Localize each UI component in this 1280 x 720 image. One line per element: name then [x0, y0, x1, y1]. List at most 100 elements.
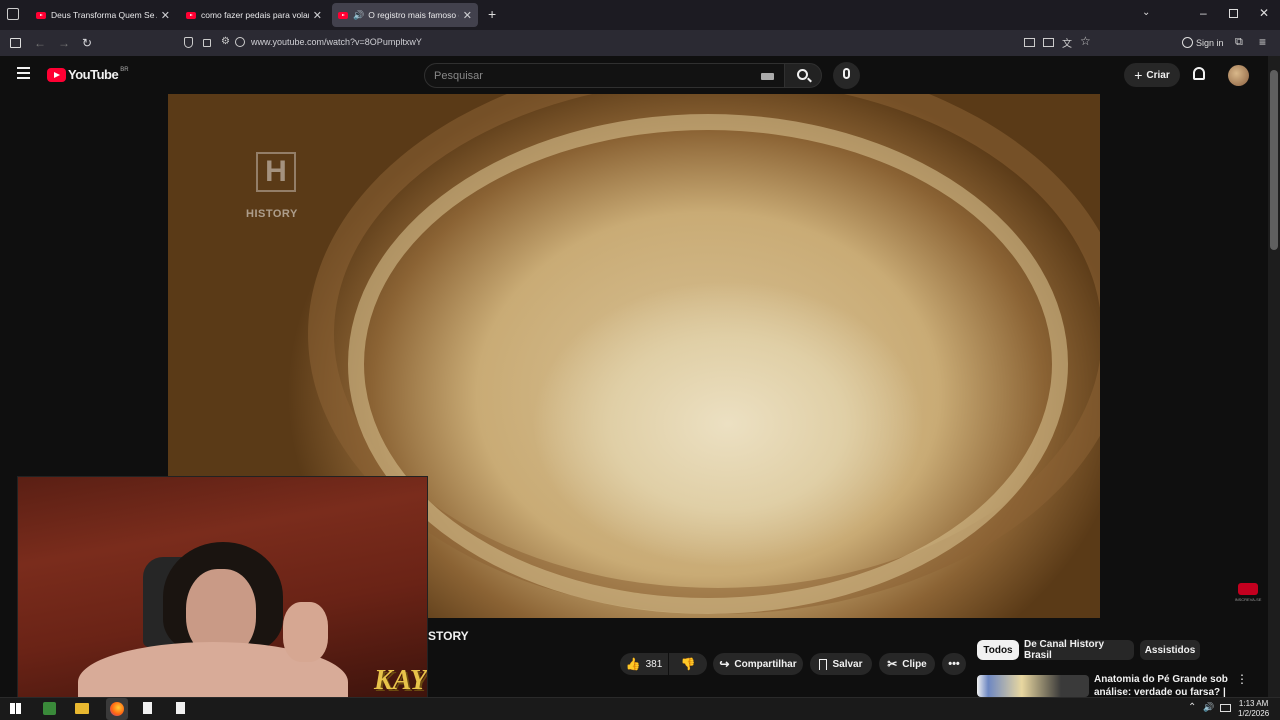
store-icon[interactable]	[43, 702, 56, 715]
lock-icon[interactable]	[203, 39, 211, 47]
tab-title: Deus Transforma Quem Se Arre	[51, 10, 157, 20]
plus-icon: +	[1134, 67, 1143, 83]
recommendation-thumbnail[interactable]	[977, 675, 1089, 697]
tab-overflow-chevron-icon[interactable]: ⌄	[1142, 7, 1150, 18]
scrollbar-thumb[interactable]	[1270, 70, 1278, 250]
more-actions-button[interactable]: •••	[942, 653, 966, 675]
thumbs-down-icon: 👎	[680, 657, 696, 671]
region-code: BR	[120, 66, 129, 73]
network-icon[interactable]	[1220, 704, 1231, 712]
url-text: www.youtube.com/watch?v=8OPumpltxwY	[251, 37, 422, 47]
speaker-icon[interactable]: 🔊	[353, 10, 364, 21]
windows-start-icon[interactable]	[10, 703, 21, 714]
sidebar-toggle-icon[interactable]	[10, 38, 21, 48]
youtube-header: YouTube BR Pesquisar + Criar	[0, 56, 1268, 94]
youtube-favicon-icon	[186, 11, 196, 19]
address-bar[interactable]: ⚙ www.youtube.com/watch?v=8OPumpltxwY 文 …	[178, 33, 1098, 53]
firefox-icon[interactable]	[106, 698, 128, 720]
microphone-icon	[843, 68, 850, 79]
share-button[interactable]: ↪ Compartilhar	[713, 653, 803, 675]
subscribe-play-icon	[1238, 583, 1258, 595]
file-explorer-icon[interactable]	[75, 703, 89, 714]
create-button[interactable]: + Criar	[1124, 63, 1180, 87]
document-icon[interactable]	[143, 702, 152, 714]
search-input[interactable]: Pesquisar	[424, 63, 786, 88]
notifications-bell-icon[interactable]	[1193, 67, 1205, 80]
youtube-play-logo-icon	[47, 67, 66, 82]
guide-menu-icon[interactable]	[17, 67, 30, 79]
channel-name[interactable]: STORY	[428, 629, 469, 643]
permissions-icon[interactable]: ⚙	[221, 36, 230, 47]
maximize-icon[interactable]	[1229, 9, 1238, 18]
clock[interactable]: 1:13 AM 1/2/2026	[1238, 699, 1269, 719]
close-tab-icon[interactable]: ✕	[161, 9, 170, 22]
like-count: 381	[645, 658, 663, 670]
browser-tab-strip: Deus Transforma Quem Se Arre ✕ como faze…	[0, 0, 1280, 30]
video-watermark: HISTORY	[246, 208, 298, 220]
back-arrow-icon[interactable]: ←	[34, 36, 46, 50]
chip-de-canal-history-brasil[interactable]: De Canal History Brasil	[1024, 639, 1134, 661]
document-icon-2[interactable]	[176, 702, 185, 714]
thumbs-up-icon: 👍	[625, 657, 641, 671]
save-label: Salvar	[832, 658, 863, 670]
chip-assistidos[interactable]: Assistidos	[1140, 640, 1200, 660]
tab-list-icon[interactable]	[7, 8, 19, 20]
keyboard-icon[interactable]	[761, 73, 774, 80]
share-arrow-icon: ↪	[719, 657, 730, 671]
recommendation-title[interactable]: Anatomia do Pé Grande sob análise: verda…	[1094, 673, 1234, 699]
close-window-icon[interactable]: ✕	[1259, 6, 1269, 20]
like-button[interactable]: 👍 381	[620, 653, 668, 675]
webcam-overlay: KAY	[17, 476, 428, 700]
browser-tab-1[interactable]: Deus Transforma Quem Se Arre ✕	[30, 3, 176, 27]
search-button[interactable]	[784, 63, 822, 88]
save-button[interactable]: Salvar	[810, 653, 872, 675]
chip-todos[interactable]: Todos	[977, 640, 1019, 660]
history-logo-icon: H	[256, 152, 296, 192]
scissors-icon: ✂	[887, 657, 898, 671]
bookmark-star-icon[interactable]: ☆	[1080, 34, 1091, 48]
close-tab-icon[interactable]: ✕	[313, 9, 322, 22]
avatar[interactable]	[1228, 65, 1249, 86]
tab-title: O registro mais famoso do	[368, 10, 459, 20]
sign-in-link[interactable]: Sign in	[1196, 38, 1224, 48]
extensions-icon[interactable]: ⧉	[1235, 36, 1243, 49]
youtube-favicon-icon	[338, 11, 348, 19]
autoplay-blocked-icon[interactable]	[235, 37, 245, 47]
tray-chevron-icon[interactable]: ⌃	[1188, 702, 1196, 713]
youtube-logo[interactable]: YouTube BR	[47, 67, 129, 82]
picture-in-picture-icon[interactable]	[1024, 38, 1035, 47]
browser-tab-2[interactable]: como fazer pedais para volante ✕	[180, 3, 328, 27]
reload-icon[interactable]: ↻	[82, 36, 92, 50]
minimize-icon[interactable]: –	[1200, 6, 1207, 20]
new-tab-button[interactable]: +	[488, 6, 496, 22]
forward-arrow-icon[interactable]: →	[58, 36, 70, 50]
subscribe-badge-text: INSCREVA-SE	[1234, 597, 1262, 602]
volume-icon[interactable]: 🔊	[1203, 702, 1214, 713]
subscribe-badge[interactable]: INSCREVA-SE	[1233, 583, 1263, 602]
browser-nav-bar: ← → ↻ ⚙ www.youtube.com/watch?v=8OPumplt…	[0, 30, 1280, 56]
share-label: Compartilhar	[734, 658, 797, 670]
reader-view-icon[interactable]	[1043, 38, 1054, 47]
recommendation-title-line1: Anatomia do Pé Grande sob	[1094, 674, 1228, 685]
webcam-overlay-text: KAY	[374, 665, 427, 696]
tab-title: como fazer pedais para volante	[201, 10, 309, 20]
voice-search-button[interactable]	[833, 62, 860, 89]
account-icon[interactable]	[1182, 37, 1193, 48]
clock-date: 1/2/2026	[1238, 709, 1270, 718]
translate-icon[interactable]: 文	[1062, 35, 1072, 50]
windows-taskbar: ⌃ 🔊 1:13 AM 1/2/2026	[0, 697, 1280, 720]
page-scrollbar[interactable]	[1268, 56, 1280, 697]
dislike-button[interactable]: 👎	[669, 653, 707, 675]
youtube-logo-text: YouTube	[68, 67, 119, 82]
browser-tab-3[interactable]: 🔊 O registro mais famoso do ✕	[332, 3, 478, 27]
hamburger-menu-icon[interactable]: ≡	[1259, 35, 1266, 49]
search-placeholder: Pesquisar	[434, 70, 483, 82]
clip-label: Clipe	[902, 658, 927, 670]
recommendation-menu-icon[interactable]: ⋮	[1236, 672, 1248, 686]
clock-time: 1:13 AM	[1238, 699, 1269, 708]
bookmark-icon	[819, 658, 828, 670]
clip-button[interactable]: ✂ Clipe	[879, 653, 935, 675]
create-label: Criar	[1146, 69, 1170, 81]
shield-icon[interactable]	[184, 37, 193, 48]
close-tab-icon[interactable]: ✕	[463, 9, 472, 22]
